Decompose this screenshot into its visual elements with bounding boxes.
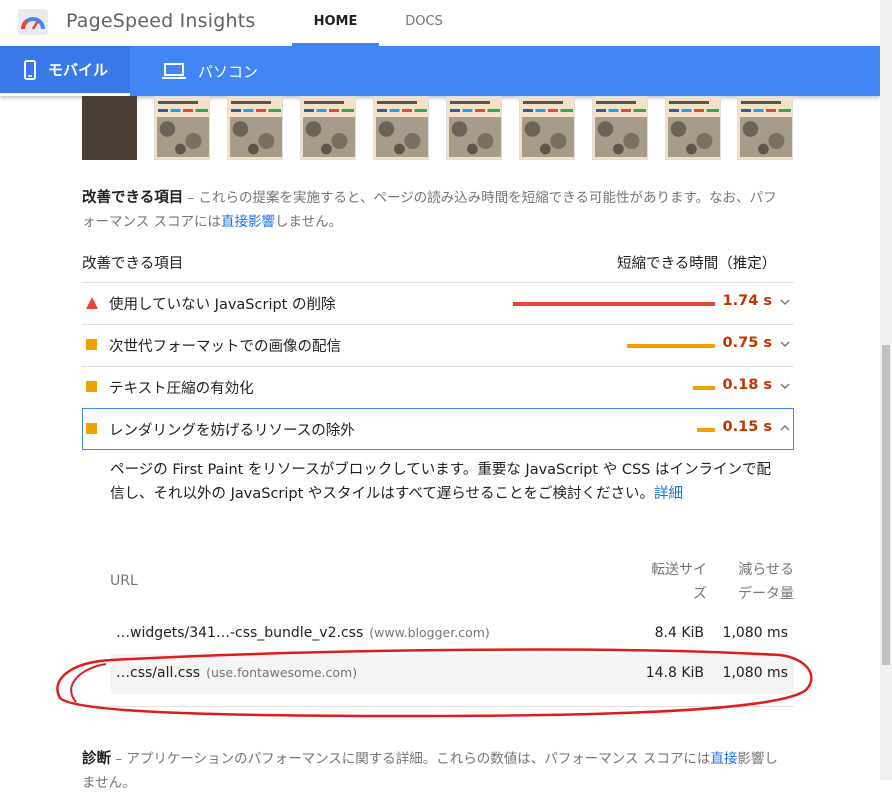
tab-desktop-label: パソコン [198,62,259,81]
potential-savings: 1,080 ms [722,665,788,681]
column-header-savings: 短縮できる時間（推定） [617,256,777,272]
opportunities-title: 改善できる項目 [82,190,184,206]
opportunity-label: レンダリングを妨げるリソースの除外 [109,423,355,439]
filmstrip-frame [300,96,356,160]
table-row: …widgets/341…-css_bundle_v2.css (www.blog… [110,614,794,654]
opportunities-desc-suffix: しません。 [275,214,343,230]
column-header-transfer-size-line1: 転送サイ [651,562,707,578]
column-header-url: URL [110,573,138,589]
table-row: …css/all.css (use.fontawesome.com) 14.8 K… [110,654,794,694]
diagnostics-title: 診断 [82,751,111,767]
tab-home[interactable]: HOME [292,0,379,46]
expanded-description: ページの First Paint をリソースがブロックしています。重要な Jav… [110,458,782,506]
column-header-potential-savings: 減らせる データ量 [724,558,794,606]
column-header-transfer-size: 転送サイ ズ [641,558,707,606]
column-header-savings-line1: 減らせる [738,562,794,578]
top-bar: PageSpeed Insights HOME DOCS [0,0,880,46]
column-header-savings-line2: データ量 [738,586,794,602]
average-square-icon [86,423,97,434]
resource-url[interactable]: …widgets/341…-css_bundle_v2.css (www.blog… [116,625,490,641]
divider [82,706,794,707]
resource-host: (use.fontawesome.com) [206,665,358,680]
laptop-icon [162,63,186,79]
chevron-down-icon[interactable] [780,340,790,348]
filmstrip-frame [227,96,283,160]
savings-value: 1.74 s [722,293,772,309]
pagespeed-logo-icon [18,9,48,35]
savings-bar [513,302,715,306]
diagnostics-direct-link[interactable]: 直接 [710,751,737,767]
device-tab-bar: モバイル パソコン [0,46,880,96]
transfer-size: 14.8 KiB [645,665,704,681]
smartphone-icon [24,59,36,80]
tab-mobile-label: モバイル [48,61,109,79]
opportunity-label: テキスト圧縮の有効化 [109,381,254,397]
savings-value: 0.75 s [722,335,772,351]
filmstrip-frame [737,96,793,160]
opportunities-desc: – これらの提案を実施すると、ページの読み込み時間を短縮できる可能性があります。… [82,190,777,230]
learn-more-link[interactable]: 詳細 [654,486,683,502]
column-header-transfer-size-line2: ズ [693,586,707,602]
average-square-icon [86,381,97,392]
fail-triangle-icon [86,297,98,309]
savings-value: 0.18 s [722,377,772,393]
resource-host: (www.blogger.com) [369,625,490,640]
resource-url-text: …widgets/341…-css_bundle_v2.css [116,625,364,641]
resource-url[interactable]: …css/all.css (use.fontawesome.com) [116,665,357,681]
column-header-item: 改善できる項目 [82,256,184,272]
tab-desktop[interactable]: パソコン [160,46,258,96]
savings-bar [693,386,715,390]
scrollbar-thumb[interactable] [882,345,890,665]
filmstrip [82,96,802,160]
opportunity-row-expanded[interactable]: レンダリングを妨げるリソースの除外 0.15 s [82,408,794,450]
savings-value: 0.15 s [722,419,772,435]
opportunities-intro: 改善できる項目 – これらの提案を実施すると、ページの読み込み時間を短縮できる可… [82,186,782,234]
diagnostics-desc: – アプリケーションのパフォーマンスに関する詳細。これらの数値は、パフォーマンス… [115,751,711,767]
resource-url-text: …css/all.css [116,665,201,681]
average-square-icon [86,339,97,350]
opportunity-label: 次世代フォーマットでの画像の配信 [109,339,341,355]
filmstrip-frame [592,96,648,160]
savings-bar [627,344,715,348]
filmstrip-frame [519,96,575,160]
opportunity-row[interactable]: 使用していない JavaScript の削除 1.74 s [82,282,794,324]
chevron-down-icon[interactable] [780,298,790,306]
direct-impact-link[interactable]: 直接影響 [221,214,275,230]
filmstrip-frame [373,96,429,160]
tab-mobile[interactable]: モバイル [0,46,130,96]
diagnostics-intro: 診断 – アプリケーションのパフォーマンスに関する詳細。これらの数値は、パフォー… [82,747,782,795]
chevron-down-icon[interactable] [780,382,790,390]
potential-savings: 1,080 ms [722,625,788,641]
opportunity-label: 使用していない JavaScript の削除 [109,297,336,313]
savings-bar [697,428,715,432]
opportunity-row[interactable]: 次世代フォーマットでの画像の配信 0.75 s [82,324,794,366]
filmstrip-frame [154,96,210,160]
tab-docs[interactable]: DOCS [384,0,464,46]
filmstrip-frame [82,96,137,160]
filmstrip-frame [665,96,721,160]
filmstrip-frame [446,96,502,160]
app-title: PageSpeed Insights [66,10,256,32]
opportunity-row[interactable]: テキスト圧縮の有効化 0.18 s [82,366,794,408]
transfer-size: 8.4 KiB [654,625,704,641]
chevron-up-icon[interactable] [780,424,790,432]
